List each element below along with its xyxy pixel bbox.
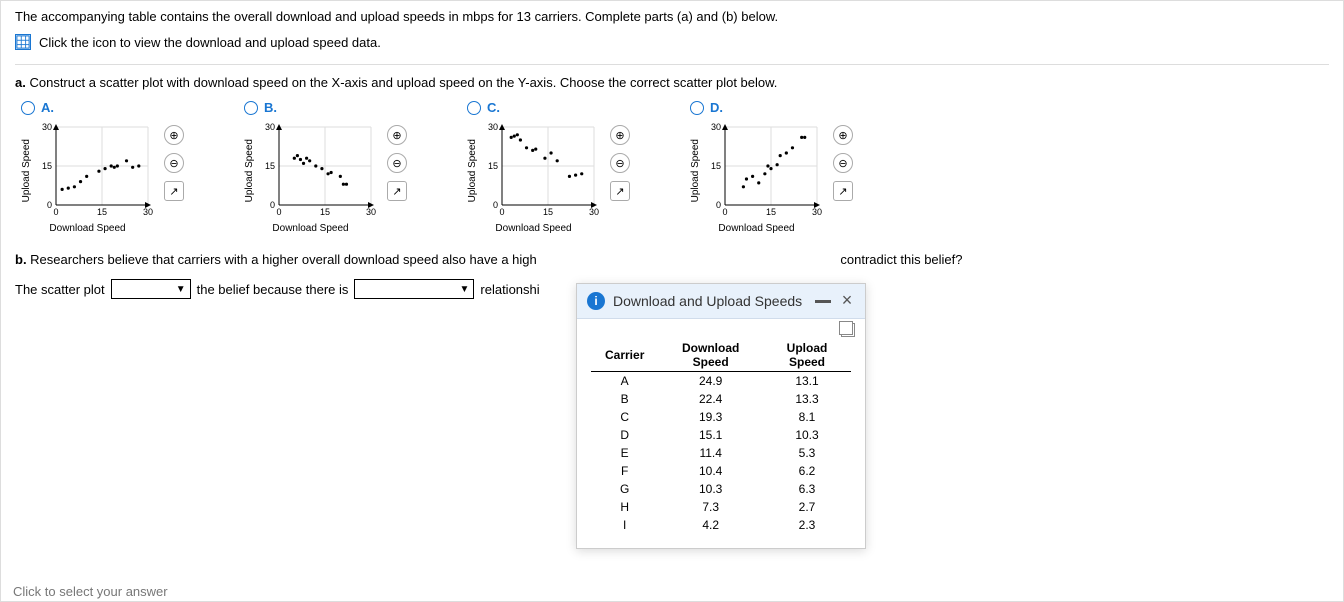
- svg-text:30: 30: [488, 122, 498, 132]
- minimize-button[interactable]: [815, 300, 831, 303]
- svg-text:15: 15: [97, 207, 107, 217]
- zoom-out-icon[interactable]: ⊖: [833, 153, 853, 173]
- table-row: I4.22.3: [591, 516, 851, 534]
- sentence-prefix: The scatter plot: [15, 282, 105, 297]
- zoom-out-icon[interactable]: ⊖: [164, 153, 184, 173]
- x-axis-label: Download Speed: [718, 223, 794, 234]
- svg-text:0: 0: [53, 207, 58, 217]
- copy-icon[interactable]: [841, 323, 855, 337]
- svg-text:15: 15: [265, 161, 275, 171]
- svg-text:15: 15: [42, 161, 52, 171]
- radio-icon[interactable]: [467, 101, 481, 115]
- svg-text:0: 0: [47, 200, 52, 210]
- col-carrier: Carrier: [591, 339, 658, 372]
- option-letter: C.: [487, 100, 500, 115]
- x-axis-label: Download Speed: [495, 223, 571, 234]
- icon-hint-text: Click the icon to view the download and …: [39, 35, 381, 50]
- radio-icon[interactable]: [21, 101, 35, 115]
- svg-text:0: 0: [716, 200, 721, 210]
- x-axis-label: Download Speed: [272, 223, 348, 234]
- y-axis-label: Upload Speed: [244, 139, 255, 202]
- option-D.[interactable]: D.: [690, 100, 853, 115]
- dropdown-relationship-type[interactable]: ▼: [354, 279, 474, 299]
- part-a-prefix: a.: [15, 75, 29, 90]
- zoom-out-icon[interactable]: ⊖: [610, 153, 630, 173]
- scatter-plot: 0 15 30 0 15 30: [257, 121, 377, 221]
- close-button[interactable]: ×: [839, 293, 855, 309]
- svg-text:15: 15: [711, 161, 721, 171]
- svg-text:15: 15: [488, 161, 498, 171]
- open-window-icon[interactable]: ↗: [610, 181, 630, 201]
- part-b-text-after: contradict this belief?: [840, 252, 962, 267]
- svg-text:0: 0: [499, 207, 504, 217]
- zoom-in-icon[interactable]: ⊕: [610, 125, 630, 145]
- scatter-plot: 0 15 30 0 15 30: [703, 121, 823, 221]
- table-row: G10.36.3: [591, 480, 851, 498]
- y-axis-label: Upload Speed: [21, 139, 32, 202]
- svg-text:0: 0: [722, 207, 727, 217]
- svg-text:15: 15: [320, 207, 330, 217]
- col-download: Download Speed: [658, 339, 763, 372]
- table-row: A24.913.1: [591, 372, 851, 391]
- svg-text:15: 15: [766, 207, 776, 217]
- sentence-mid: the belief because there is: [197, 282, 349, 297]
- problem-intro: The accompanying table contains the over…: [15, 9, 1329, 24]
- option-letter: A.: [41, 100, 54, 115]
- svg-text:30: 30: [143, 207, 153, 217]
- open-window-icon[interactable]: ↗: [833, 181, 853, 201]
- zoom-in-icon[interactable]: ⊕: [164, 125, 184, 145]
- table-row: F10.46.2: [591, 462, 851, 480]
- data-dialog: i Download and Upload Speeds × Carrier D…: [576, 283, 866, 549]
- y-axis-label: Upload Speed: [467, 139, 478, 202]
- radio-icon[interactable]: [244, 101, 258, 115]
- divider: [15, 64, 1329, 65]
- svg-text:0: 0: [276, 207, 281, 217]
- y-axis-label: Upload Speed: [690, 139, 701, 202]
- scatter-plot: 0 15 30 0 15 30: [34, 121, 154, 221]
- open-window-icon[interactable]: ↗: [387, 181, 407, 201]
- sentence-suffix: relationshi: [480, 282, 539, 297]
- chevron-down-icon: ▼: [459, 284, 469, 295]
- dialog-title: Download and Upload Speeds: [613, 293, 807, 309]
- svg-text:0: 0: [270, 200, 275, 210]
- table-row: C19.38.1: [591, 408, 851, 426]
- svg-text:30: 30: [366, 207, 376, 217]
- x-axis-label: Download Speed: [49, 223, 125, 234]
- part-b-prefix: b.: [15, 252, 30, 267]
- footer-hint: Click to select your answer: [13, 584, 168, 599]
- svg-text:0: 0: [493, 200, 498, 210]
- scatter-plot: 0 15 30 0 15 30: [480, 121, 600, 221]
- radio-icon[interactable]: [690, 101, 704, 115]
- info-icon: i: [587, 292, 605, 310]
- open-window-icon[interactable]: ↗: [164, 181, 184, 201]
- data-table-icon[interactable]: [15, 34, 31, 50]
- part-b-text-before: Researchers believe that carriers with a…: [30, 252, 537, 267]
- table-row: E11.45.3: [591, 444, 851, 462]
- svg-text:30: 30: [812, 207, 822, 217]
- option-letter: B.: [264, 100, 277, 115]
- zoom-in-icon[interactable]: ⊕: [387, 125, 407, 145]
- dropdown-support-contradict[interactable]: ▼: [111, 279, 191, 299]
- option-C.[interactable]: C.: [467, 100, 630, 115]
- svg-text:30: 30: [589, 207, 599, 217]
- svg-text:30: 30: [42, 122, 52, 132]
- zoom-in-icon[interactable]: ⊕: [833, 125, 853, 145]
- option-B.[interactable]: B.: [244, 100, 407, 115]
- svg-text:30: 30: [711, 122, 721, 132]
- svg-text:30: 30: [265, 122, 275, 132]
- svg-text:15: 15: [543, 207, 553, 217]
- table-row: H7.32.7: [591, 498, 851, 516]
- col-upload: Upload Speed: [763, 339, 851, 372]
- option-A.[interactable]: A.: [21, 100, 184, 115]
- table-row: B22.413.3: [591, 390, 851, 408]
- zoom-out-icon[interactable]: ⊖: [387, 153, 407, 173]
- part-a-text: Construct a scatter plot with download s…: [29, 75, 777, 90]
- option-letter: D.: [710, 100, 723, 115]
- data-table: Carrier Download Speed Upload Speed A24.…: [591, 339, 851, 534]
- dialog-header: i Download and Upload Speeds ×: [577, 284, 865, 319]
- chevron-down-icon: ▼: [176, 284, 186, 295]
- table-row: D15.110.3: [591, 426, 851, 444]
